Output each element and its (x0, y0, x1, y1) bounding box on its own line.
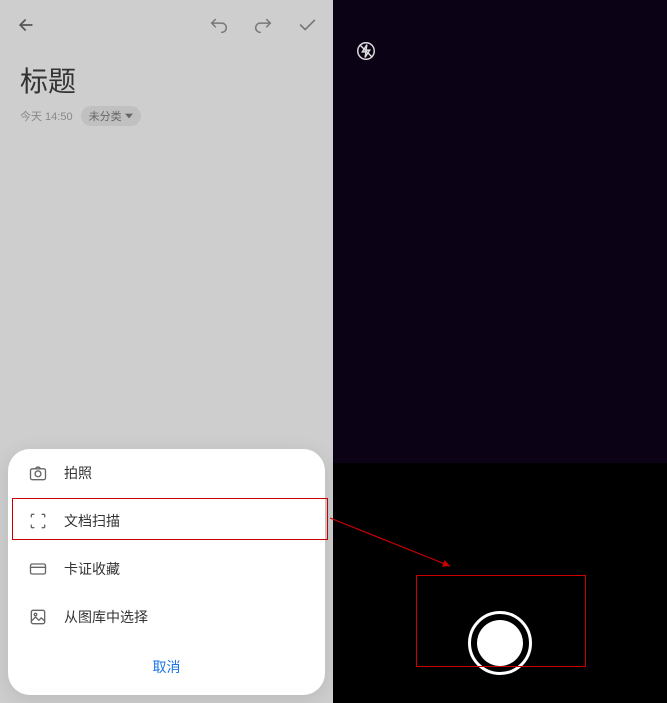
camera-scan-pane (333, 0, 667, 703)
attach-sheet: 拍照 文档扫描 卡证收藏 从图库中选择 (8, 449, 325, 695)
shutter-inner (477, 620, 523, 666)
sheet-item-scan[interactable]: 文档扫描 (8, 497, 325, 545)
back-icon[interactable] (14, 13, 38, 37)
undo-icon[interactable] (207, 13, 231, 37)
card-icon (28, 559, 48, 579)
category-chip[interactable]: 未分类 (81, 106, 141, 126)
sheet-item-photo[interactable]: 拍照 (8, 449, 325, 497)
gallery-icon (28, 607, 48, 627)
scan-icon (28, 511, 48, 531)
note-timestamp: 今天 14:50 (20, 108, 73, 124)
category-label: 未分类 (89, 108, 122, 124)
sheet-item-label: 从图库中选择 (64, 607, 148, 627)
shutter-button[interactable] (468, 611, 532, 675)
sheet-item-card[interactable]: 卡证收藏 (8, 545, 325, 593)
confirm-check-icon[interactable] (295, 13, 319, 37)
camera-viewfinder (333, 0, 667, 463)
sheet-item-label: 卡证收藏 (64, 559, 120, 579)
title-area: 标题 今天 14:50 未分类 (0, 50, 333, 126)
cancel-button[interactable]: 取消 (8, 641, 325, 695)
sheet-item-gallery[interactable]: 从图库中选择 (8, 593, 325, 641)
header-actions (207, 13, 319, 37)
note-title[interactable]: 标题 (20, 60, 313, 100)
redo-icon[interactable] (251, 13, 275, 37)
camera-icon (28, 463, 48, 483)
sheet-item-label: 文档扫描 (64, 511, 120, 531)
note-meta: 今天 14:50 未分类 (20, 106, 313, 126)
flash-off-icon[interactable] (355, 40, 377, 62)
sheet-item-label: 拍照 (64, 463, 92, 483)
notes-editor-pane: 标题 今天 14:50 未分类 拍照 文档扫描 (0, 0, 333, 703)
editor-header (0, 0, 333, 50)
